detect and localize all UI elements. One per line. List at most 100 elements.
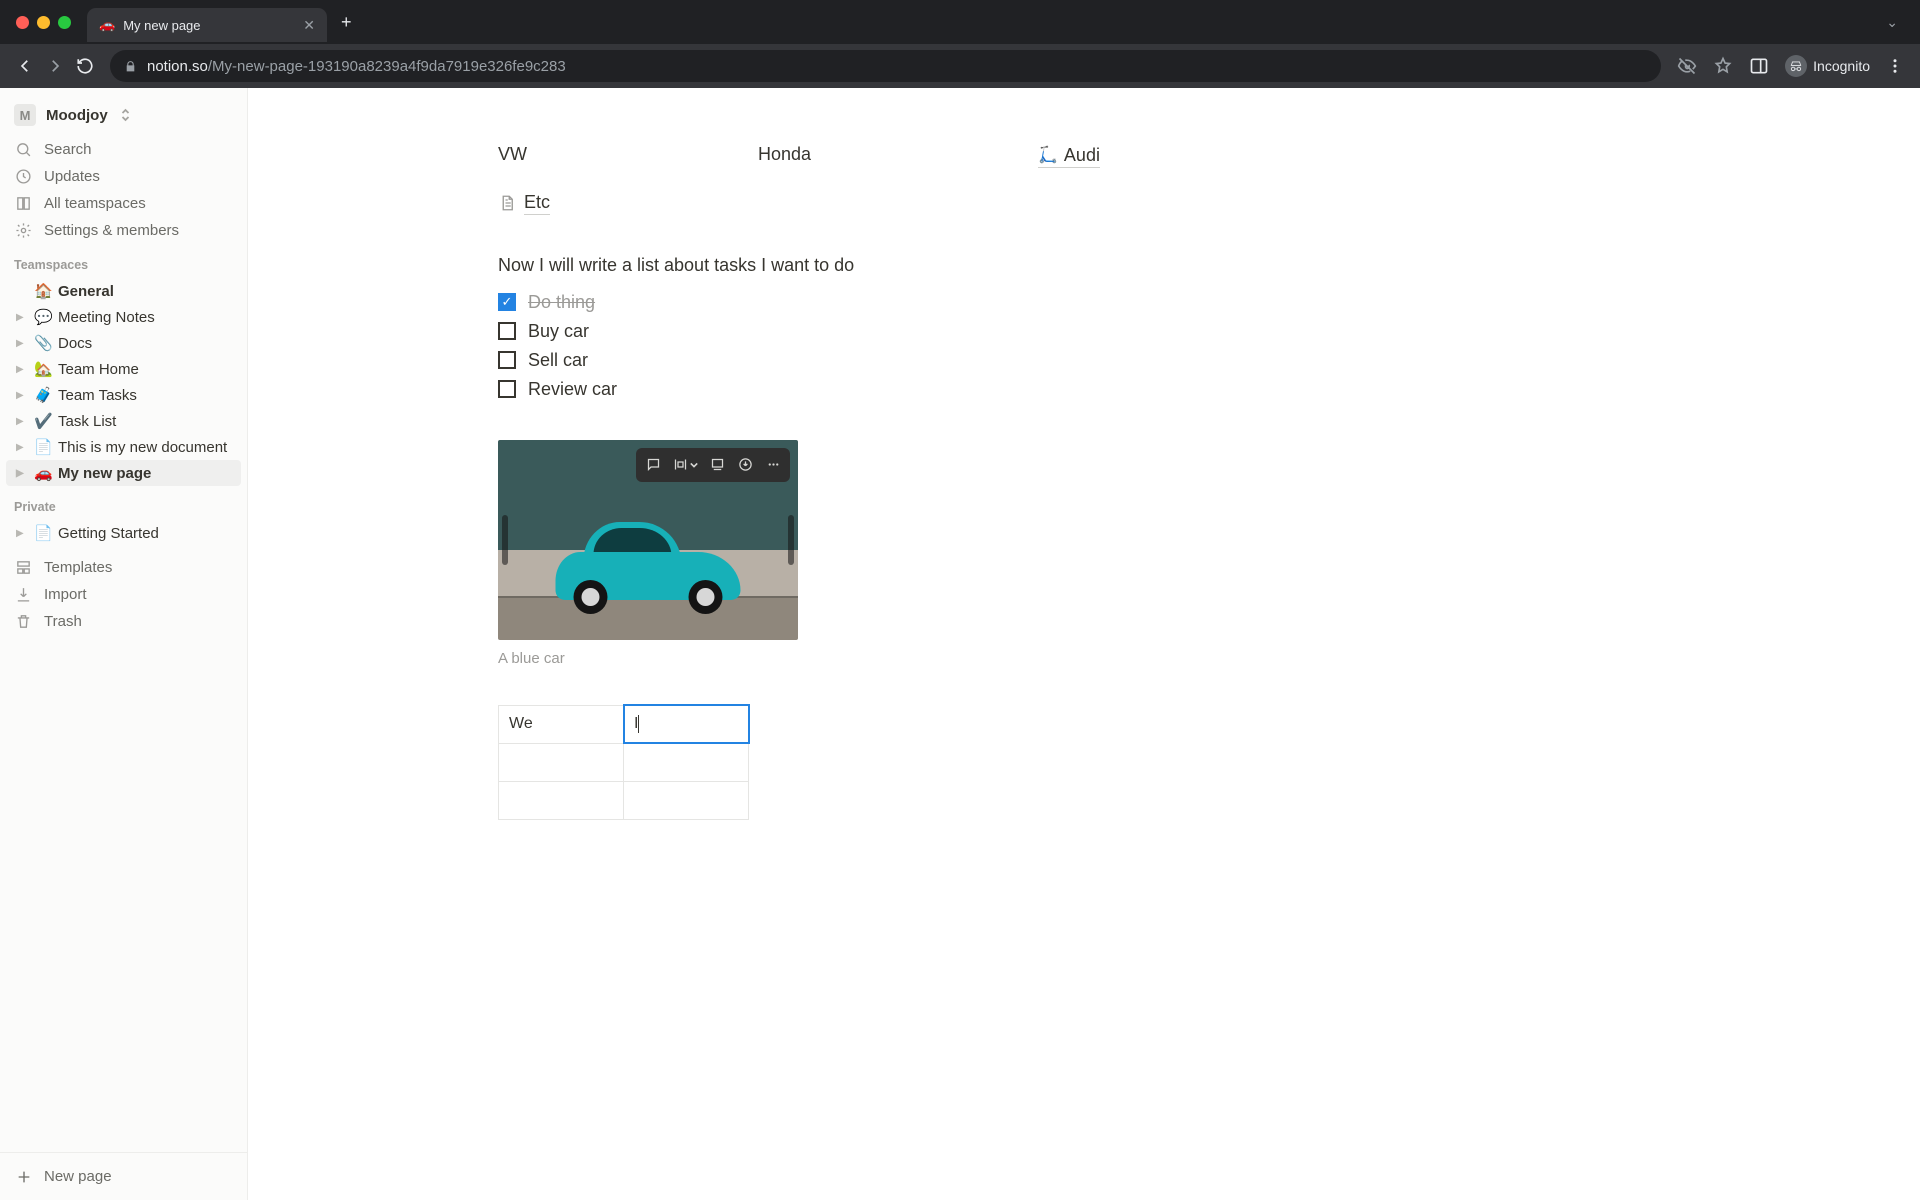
column[interactable]: VW	[498, 144, 698, 168]
tree-item-label: This is my new document	[58, 439, 227, 456]
column[interactable]: Honda	[758, 144, 978, 168]
sidebar: M Moodjoy SearchUpdates All teamspaces Set…	[0, 88, 248, 1200]
simple-table[interactable]: WeI	[498, 705, 749, 820]
image-more-button[interactable]	[760, 452, 786, 478]
page-emoji-icon: 🏡	[34, 360, 52, 378]
sidebar-settings-members[interactable]: Settings & members	[0, 217, 247, 244]
window-zoom-button[interactable]	[58, 16, 71, 29]
image-align-button[interactable]	[668, 452, 702, 478]
teamspace-item-general[interactable]: 🏠General	[6, 278, 241, 304]
eye-off-icon[interactable]	[1677, 56, 1697, 76]
teamspace-item-team-tasks[interactable]: ▶🧳Team Tasks	[6, 382, 241, 408]
sidebar-item-label: All teamspaces	[44, 195, 146, 212]
todo-item[interactable]: Review car	[498, 379, 1398, 400]
url-path: /My-new-page-193190a8239a4f9da7919e326fe…	[208, 58, 566, 75]
table-cell[interactable]: We	[499, 705, 624, 743]
todo-list: ✓Do thing Buy car Sell car Review car	[498, 292, 1398, 400]
chevron-right-icon[interactable]: ▶	[16, 468, 28, 479]
window-controls	[16, 16, 71, 29]
todo-label: Review car	[528, 379, 617, 400]
nav-forward-button[interactable]	[40, 51, 70, 81]
sidebar-trash[interactable]: Trash	[0, 608, 247, 635]
checkbox[interactable]	[498, 351, 516, 369]
browser-toolbar: notion.so/My-new-page-193190a8239a4f9da7…	[0, 44, 1920, 88]
teamspace-item-team-home[interactable]: ▶ 🏡 Team Home	[6, 356, 241, 382]
checkbox[interactable]	[498, 322, 516, 340]
image-download-button[interactable]	[732, 452, 758, 478]
tab-favicon-icon: 🚗	[99, 17, 115, 33]
link-label: Audi	[1064, 145, 1100, 166]
editor-main[interactable]: VW Honda 🛴Audi Etc Now I will write a list…	[248, 88, 1920, 1200]
todo-item[interactable]: Sell car	[498, 350, 1398, 371]
browser-tab[interactable]: 🚗 My new page ✕	[87, 8, 327, 42]
panel-icon[interactable]	[1749, 56, 1769, 76]
private-item-getting-started[interactable]: ▶📄Getting Started	[6, 520, 241, 546]
chevron-right-icon[interactable]: ▶	[16, 442, 28, 453]
plus-icon	[16, 1169, 32, 1185]
sidebar-all-teamspaces[interactable]: All teamspaces	[0, 190, 247, 217]
table-cell[interactable]	[624, 781, 749, 819]
teamspace-item-this-is-my-new-document[interactable]: ▶📄This is my new document	[6, 434, 241, 460]
image-caption-button[interactable]	[704, 452, 730, 478]
tab-close-icon[interactable]: ✕	[303, 17, 315, 34]
teamspace-item-meeting-notes[interactable]: ▶💬Meeting Notes	[6, 304, 241, 330]
image-comment-button[interactable]	[640, 452, 666, 478]
chevron-right-icon[interactable]: ▶	[16, 390, 28, 401]
table-cell[interactable]: I	[624, 705, 749, 743]
window-minimize-button[interactable]	[37, 16, 50, 29]
new-page-button[interactable]: New page	[0, 1152, 247, 1200]
browser-menu-icon[interactable]	[1886, 57, 1904, 75]
image-block[interactable]: A blue car	[498, 440, 798, 667]
workspace-switcher[interactable]: M Moodjoy	[0, 98, 247, 136]
table-cell[interactable]	[624, 743, 749, 781]
sidebar-import[interactable]: Import	[0, 581, 247, 608]
lock-icon	[124, 60, 137, 73]
tab-strip: 🚗 My new page ✕ + ⌄	[0, 0, 1920, 44]
templates-icon	[14, 559, 32, 576]
sidebar-updates[interactable]: Updates	[0, 163, 247, 190]
column[interactable]: 🛴Audi	[1038, 144, 1238, 168]
address-bar[interactable]: notion.so/My-new-page-193190a8239a4f9da7…	[110, 50, 1661, 82]
image-resize-handle-left[interactable]	[502, 515, 508, 565]
import-icon	[14, 586, 32, 603]
sidebar-search[interactable]: Search	[0, 136, 247, 163]
chevron-right-icon[interactable]: ▶	[16, 364, 28, 375]
notion-app: M Moodjoy SearchUpdates All teamspaces Set…	[0, 88, 1920, 1200]
bookmark-star-icon[interactable]	[1713, 56, 1733, 76]
incognito-label: Incognito	[1813, 58, 1870, 74]
chevron-right-icon[interactable]: ▶	[16, 528, 28, 539]
sidebar-templates[interactable]: Templates	[0, 554, 247, 581]
clock-icon	[14, 168, 32, 185]
document: VW Honda 🛴Audi Etc Now I will write a list…	[498, 88, 1398, 880]
incognito-indicator[interactable]: Incognito	[1785, 55, 1870, 77]
table-cell[interactable]	[499, 743, 624, 781]
subpage-link[interactable]: Etc	[498, 192, 550, 215]
url-domain: notion.so	[147, 58, 208, 75]
chevron-right-icon[interactable]: ▶	[16, 416, 28, 427]
page-link[interactable]: 🛴Audi	[1038, 145, 1100, 168]
paragraph[interactable]: Now I will write a list about tasks I wa…	[498, 255, 1398, 276]
teamspace-item-my-new-page[interactable]: ▶🚗My new page	[6, 460, 241, 486]
nav-back-button[interactable]	[10, 51, 40, 81]
chevron-right-icon[interactable]: ▶	[16, 312, 28, 323]
tabs-overflow-icon[interactable]: ⌄	[1886, 14, 1908, 31]
checkbox[interactable]: ✓	[498, 293, 516, 311]
teamspace-item-docs[interactable]: ▶📎Docs	[6, 330, 241, 356]
tree-item-label: Getting Started	[58, 525, 159, 542]
checkbox[interactable]	[498, 380, 516, 398]
table-row: WeI	[499, 705, 749, 743]
table-cell[interactable]	[499, 781, 624, 819]
window-close-button[interactable]	[16, 16, 29, 29]
table-row	[499, 781, 749, 819]
teamspace-item-task-list[interactable]: ▶✔️Task List	[6, 408, 241, 434]
page-emoji-icon: 🏠	[34, 282, 52, 300]
image-caption[interactable]: A blue car	[498, 650, 798, 667]
browser-chrome: 🚗 My new page ✕ + ⌄ notion.so/My-new-pag…	[0, 0, 1920, 88]
new-tab-button[interactable]: +	[341, 12, 352, 33]
nav-reload-button[interactable]	[70, 51, 100, 81]
tree-item-label: Team Home	[58, 361, 139, 378]
image-resize-handle-right[interactable]	[788, 515, 794, 565]
todo-item[interactable]: ✓Do thing	[498, 292, 1398, 313]
todo-item[interactable]: Buy car	[498, 321, 1398, 342]
chevron-right-icon[interactable]: ▶	[16, 338, 28, 349]
